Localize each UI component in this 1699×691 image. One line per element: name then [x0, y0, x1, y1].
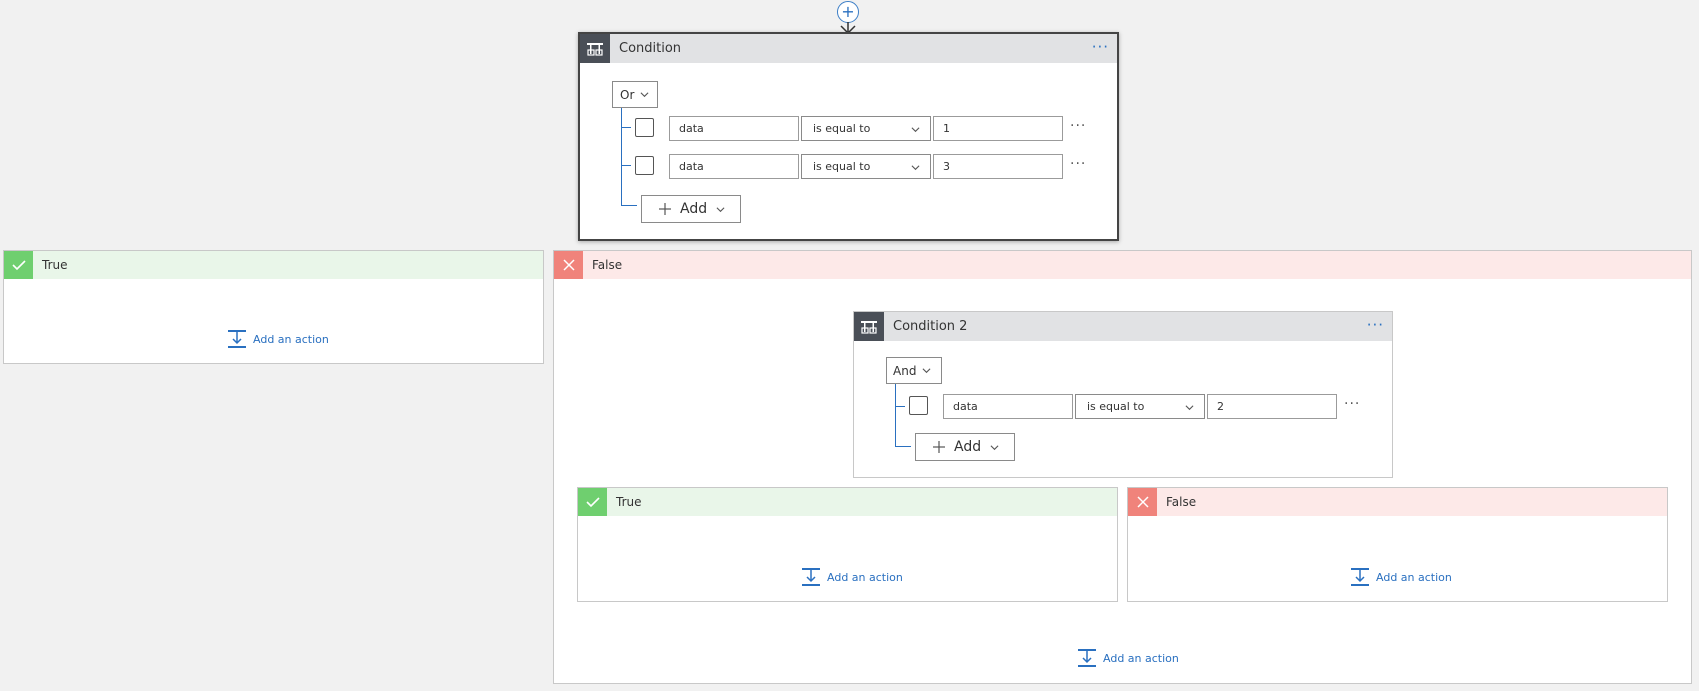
chevron-down-icon — [640, 92, 649, 98]
condition-icon — [580, 34, 610, 63]
left-operand-input[interactable]: data — [943, 394, 1073, 419]
check-icon — [578, 488, 607, 516]
comparison-operator-dropdown[interactable]: is equal to — [801, 154, 931, 179]
group-operator-dropdown[interactable]: Or — [612, 81, 658, 108]
add-action-icon — [802, 568, 820, 586]
add-action-icon — [1351, 568, 1369, 586]
add-action-button[interactable]: Add an action — [227, 329, 329, 349]
false-branch-title: False — [592, 258, 623, 272]
row-more-options-icon[interactable]: ··· — [1070, 118, 1086, 134]
comparison-operator-dropdown[interactable]: is equal to — [801, 116, 931, 141]
condition-2-card-header[interactable]: Condition 2 ··· — [854, 312, 1392, 341]
false-branch: False Condition 2 ··· And data is equal … — [553, 250, 1692, 684]
chevron-down-icon — [990, 444, 999, 450]
condition-card-header[interactable]: Condition ··· — [580, 34, 1117, 63]
nested-true-branch-title: True — [616, 495, 642, 509]
true-branch-header: True — [4, 251, 543, 279]
connector-line — [621, 205, 637, 206]
connector-line — [621, 127, 631, 128]
false-branch-header: False — [554, 251, 1691, 279]
right-operand-input[interactable]: 2 — [1207, 394, 1337, 419]
nested-true-branch: True Add an action — [577, 487, 1118, 602]
check-icon — [4, 251, 33, 279]
plus-icon — [659, 203, 671, 215]
more-options-icon[interactable]: ··· — [1367, 316, 1384, 334]
right-operand-input[interactable]: 1 — [933, 116, 1063, 141]
insert-step-button[interactable]: + — [837, 1, 859, 23]
condition-card[interactable]: Condition ··· Or data is equal to 1 ··· … — [578, 32, 1119, 241]
more-options-icon[interactable]: ··· — [1092, 38, 1109, 56]
chevron-down-icon — [911, 165, 920, 171]
connector-line — [621, 108, 622, 205]
right-operand-input[interactable]: 3 — [933, 154, 1063, 179]
close-icon — [554, 251, 583, 279]
chevron-down-icon — [716, 206, 725, 212]
row-more-options-icon[interactable]: ··· — [1070, 156, 1086, 172]
chevron-down-icon — [922, 368, 931, 374]
condition-title: Condition — [619, 41, 682, 56]
condition-2-card[interactable]: Condition 2 ··· And data is equal to 2 ·… — [853, 311, 1393, 478]
row-more-options-icon[interactable]: ··· — [1344, 396, 1360, 412]
true-branch: True Add an action — [3, 250, 544, 364]
row-checkbox[interactable] — [909, 396, 928, 415]
add-action-button[interactable]: Add an action — [1350, 567, 1452, 587]
plus-icon: + — [841, 2, 855, 21]
add-action-button[interactable]: Add an action — [801, 567, 903, 587]
row-checkbox[interactable] — [635, 156, 654, 175]
connector-line — [895, 406, 905, 407]
comparison-operator-dropdown[interactable]: is equal to — [1075, 394, 1205, 419]
add-action-button[interactable]: Add an action — [1077, 648, 1179, 668]
add-action-icon — [1078, 649, 1096, 667]
close-icon — [1128, 488, 1157, 516]
condition-2-title: Condition 2 — [893, 319, 968, 334]
chevron-down-icon — [911, 127, 920, 133]
add-row-button[interactable]: Add — [915, 433, 1015, 461]
group-operator-value: Or — [620, 87, 635, 102]
connector-line — [895, 446, 911, 447]
condition-icon — [854, 312, 884, 341]
true-branch-title: True — [42, 258, 68, 272]
chevron-down-icon — [1185, 405, 1194, 411]
group-operator-value: And — [893, 363, 917, 378]
connector-line — [621, 165, 631, 166]
nested-true-branch-header: True — [578, 488, 1117, 516]
plus-icon — [933, 441, 945, 453]
row-checkbox[interactable] — [635, 118, 654, 137]
nested-false-branch: False Add an action — [1127, 487, 1668, 602]
group-operator-dropdown[interactable]: And — [886, 357, 942, 384]
nested-false-branch-title: False — [1166, 495, 1197, 509]
add-row-button[interactable]: Add — [641, 195, 741, 223]
left-operand-input[interactable]: data — [669, 154, 799, 179]
add-action-icon — [228, 330, 246, 348]
connector-line — [895, 384, 896, 446]
left-operand-input[interactable]: data — [669, 116, 799, 141]
nested-false-branch-header: False — [1128, 488, 1667, 516]
